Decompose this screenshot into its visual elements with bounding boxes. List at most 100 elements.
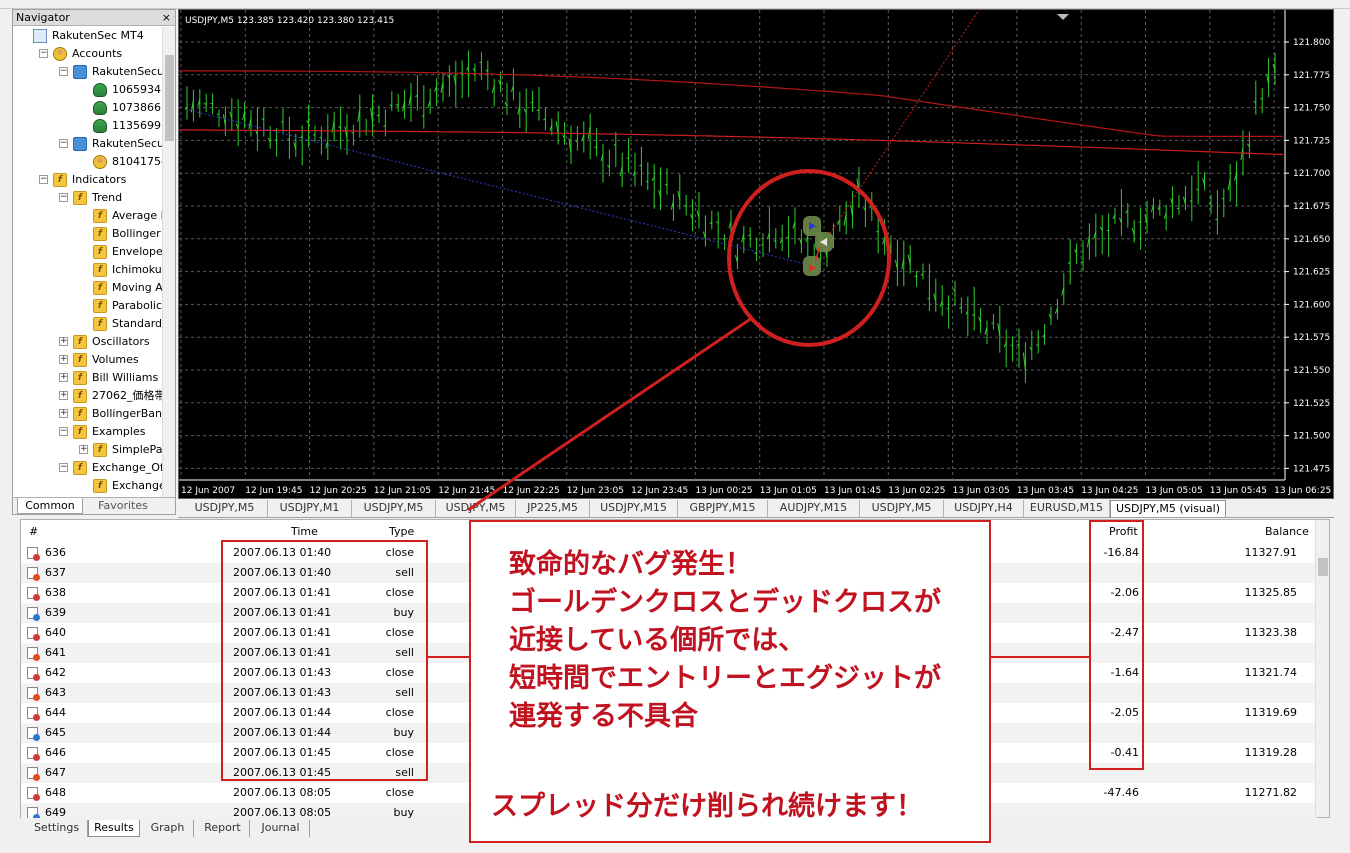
navigator-item[interactable]: + f Bill Williams [13,369,163,387]
navigator-item[interactable]: − f Indicators [13,171,163,189]
time-label: 13 Jun 06:25 [1274,486,1331,496]
close-order-icon [27,707,40,721]
collapse-icon[interactable]: − [59,193,68,202]
expand-icon[interactable]: + [59,373,68,382]
price-bar-open [1221,198,1224,200]
chart-tab[interactable]: AUDJPY,M15 [768,500,860,517]
tab-graph[interactable]: Graph [142,820,194,837]
navigator-item[interactable]: − Accounts [13,45,163,63]
cell-num: 648 [45,786,66,799]
navigator-item[interactable]: 1065934: 7 [13,81,163,99]
navigator-item-label: Examples [92,425,146,438]
navigator-item[interactable]: f Ichimoku [13,261,163,279]
chart-tab[interactable]: GBPJPY,M15 [678,500,768,517]
expand-icon[interactable]: + [59,355,68,364]
collapse-icon[interactable]: − [39,49,48,58]
navigator-item[interactable]: f Moving A [13,279,163,297]
navigator-item-label: Trend [92,191,123,204]
navigator-tree: RakutenSec MT4−Accounts−RakutenSecuri106… [13,27,163,499]
tab-settings[interactable]: Settings [26,820,88,837]
chart-tab[interactable]: USDJPY,M15 [590,500,678,517]
navigator-scrollbar-thumb[interactable] [165,55,174,141]
chart-tab[interactable]: USDJPY,M1 [268,500,352,517]
cell-balance: 11319.28 [1244,746,1298,759]
collapse-icon[interactable]: − [59,463,68,472]
chart-tab[interactable]: USDJPY,M5 [182,500,268,517]
chart-canvas[interactable]: 121.800 121.775 121.750 121.725 121.700 121.6… [179,10,1333,498]
chart-tab[interactable]: USDJPY,M5 [860,500,944,517]
collapse-icon[interactable]: − [39,175,48,184]
navigator-item[interactable]: − f Examples [13,423,163,441]
navigator-item[interactable]: 1135699: 7 [13,117,163,135]
tab-journal[interactable]: Journal [252,820,310,837]
navigator-item[interactable]: f Bollinger E [13,225,163,243]
navigator-item[interactable]: f Average D [13,207,163,225]
tab-common[interactable]: Common [17,498,83,514]
price-label: 121.575 [1293,333,1330,343]
navigator-item[interactable]: f Standard D [13,315,163,333]
navigator-item[interactable]: + f 27062_価格帯 [13,387,163,405]
navigator-item[interactable]: 1073866: 7 [13,99,163,117]
navigator-item[interactable]: f Envelopes [13,243,163,261]
navigator-item[interactable]: + f Volumes [13,351,163,369]
time-label: 12 Jun 23:05 [567,486,624,496]
results-scrollbar-thumb[interactable] [1318,558,1328,576]
chart-tab[interactable]: EURUSD,M15 [1024,500,1110,517]
column-header-num[interactable]: # [29,525,38,538]
navigator-item[interactable]: − f Trend [13,189,163,207]
chart-tab[interactable]: USDJPY,M5 [436,500,516,517]
indicator-icon: f [93,263,107,277]
navigator-item-label: RakutenSecuri [92,65,163,78]
navigator-item[interactable]: − RakutenSecuri [13,63,163,81]
navigator-item[interactable]: + f Oscillators [13,333,163,351]
chart-tab[interactable]: USDJPY,M5 [352,500,436,517]
price-chart[interactable]: 121.800 121.775 121.750 121.725 121.700 121.6… [178,9,1334,499]
navigator-item[interactable]: − RakutenSecuri [13,135,163,153]
navigator-item[interactable]: + f SimplePar [13,441,163,459]
expand-icon[interactable]: + [59,391,68,400]
column-header-type[interactable]: Type [389,525,414,538]
navigator-item[interactable]: RakutenSec MT4 [13,27,163,45]
navigator-item[interactable]: − f Exchange_Of_ [13,459,163,477]
collapse-icon[interactable]: − [59,67,68,76]
cell-num: 638 [45,586,66,599]
chart-tab-bar: USDJPY,M5 USDJPY,M1 USDJPY,M5 USDJPY,M5 JP22… [178,499,1334,518]
tab-report[interactable]: Report [196,820,250,837]
navigator-panel: Navigator × RakutenSec MT4− Accounts − Raku… [12,9,176,515]
chart-tab[interactable]: USDJPY,H4 [944,500,1024,517]
tab-favorites[interactable]: Favorites [87,498,159,514]
indicator-icon: f [93,443,107,457]
indicator-folder-icon: f [73,461,87,475]
buy-order-icon [27,727,40,741]
price-label: 121.725 [1293,136,1330,146]
navigator-item[interactable]: 81041754: [13,153,163,171]
collapse-icon[interactable]: − [59,139,68,148]
collapse-icon[interactable]: − [59,427,68,436]
navigator-item[interactable]: f Parabolic [13,297,163,315]
chart-tab[interactable]: USDJPY,M5 (visual) [1110,500,1226,517]
chart-tab[interactable]: JP225,M5 [516,500,590,517]
navigator-item[interactable]: + f BollingerBand [13,405,163,423]
navigator-item-label: Exchange [112,479,163,492]
navigator-item-label: Ichimoku [112,263,162,276]
navigator-item-label: Standard D [112,317,163,330]
expand-icon[interactable]: + [59,337,68,346]
expand-icon[interactable]: + [59,409,68,418]
price-bar-open [1010,344,1013,347]
close-icon[interactable]: × [162,10,171,25]
tab-results[interactable]: Results [88,820,140,837]
callout-line-3: 近接している個所では、 [509,625,806,656]
navigator-scrollbar[interactable] [162,27,175,499]
expand-icon[interactable]: + [79,445,88,454]
callout-line-5: 連発する不具合 [509,701,698,732]
price-bar-open [645,180,648,183]
cell-type: close [385,786,414,799]
navigator-item[interactable]: f Exchange [13,477,163,495]
results-scrollbar[interactable] [1315,520,1329,817]
navigator-title: Navigator [16,11,70,24]
column-header-balance[interactable]: Balance [1265,525,1309,538]
profit-highlight-box [1089,520,1144,770]
column-header-time[interactable]: Time [291,525,318,538]
navigator-item-label: BollingerBand [92,407,163,420]
indicator-icon: f [93,209,107,223]
